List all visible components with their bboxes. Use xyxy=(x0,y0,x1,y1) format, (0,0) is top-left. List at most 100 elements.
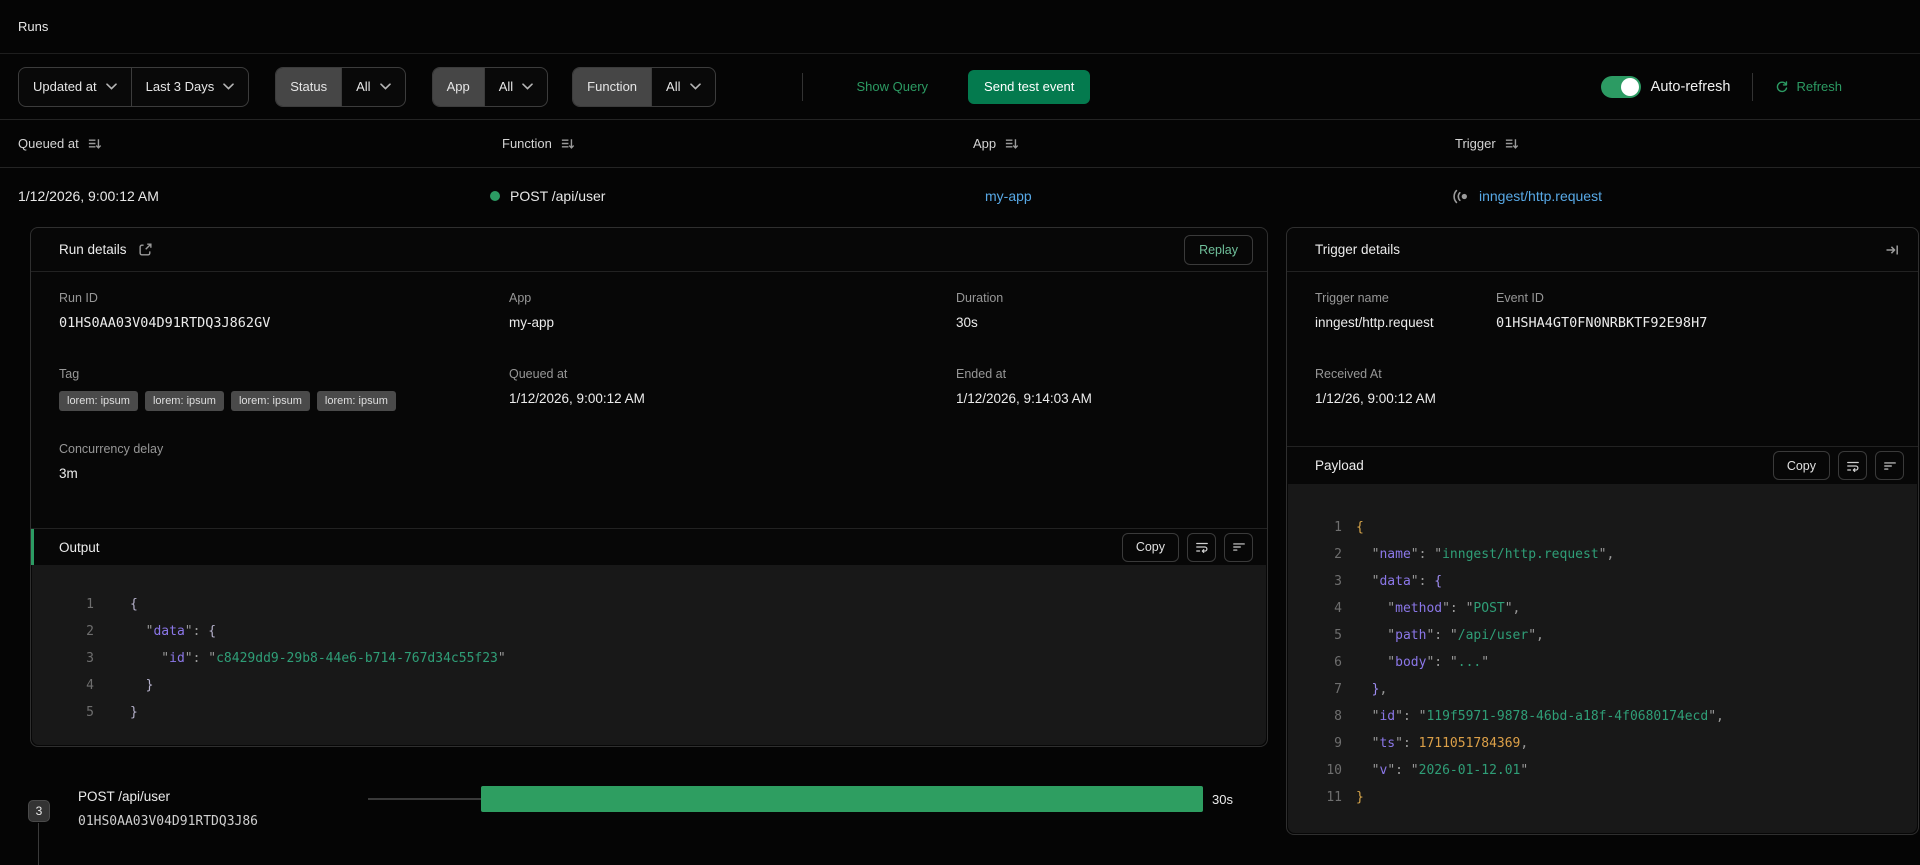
step-count-badge[interactable]: 3 xyxy=(28,800,50,822)
output-code: 1{2 "data": {3 "id": "c8429dd9-29b8-44e6… xyxy=(32,565,1266,745)
run-details-title: Run details xyxy=(59,242,127,257)
trigger-details-header: Trigger details xyxy=(1287,228,1918,272)
event-id-field: Event ID 01HSHA4GT0FN0NRBKTF92E98H7 xyxy=(1496,291,1708,331)
run-row[interactable]: 1/12/2026, 9:00:12 AM POST /api/user my-… xyxy=(0,168,1920,224)
payload-title: Payload xyxy=(1315,458,1364,473)
code-line: 7 }, xyxy=(1334,682,1388,697)
code-line: 3 "data": { xyxy=(1334,574,1443,589)
sort-field-select[interactable]: Updated at xyxy=(19,68,131,106)
run-row-queued-at: 1/12/2026, 9:00:12 AM xyxy=(18,188,159,204)
received-at-field: Received At 1/12/26, 9:00:12 AM xyxy=(1315,367,1436,406)
tag-chip: lorem: ipsum xyxy=(230,391,310,411)
run-status-dot xyxy=(490,191,500,201)
divider xyxy=(1752,72,1754,101)
copy-button[interactable]: Copy xyxy=(1772,451,1830,480)
run-id-field: Run ID 01HS0AA03V04D91RTDQ3J862GV xyxy=(59,291,271,331)
tree-connector xyxy=(38,823,39,865)
wrap-text-icon xyxy=(1195,542,1208,554)
duration-field: Duration 30s xyxy=(956,291,1004,330)
sort-descending-icon xyxy=(88,139,101,149)
payload-actions: Copy xyxy=(1772,451,1904,480)
run-id-value: 01HS0AA03V04D91RTDQ3J862GV xyxy=(59,315,271,331)
page-title: Runs xyxy=(18,19,49,34)
runs-page: Runs Updated at Last 3 Days Status All A… xyxy=(0,0,1920,865)
output-actions: Copy xyxy=(1121,532,1253,562)
collapse-lines-button[interactable] xyxy=(1875,451,1904,480)
function-filter[interactable]: Function All xyxy=(572,66,716,107)
code-line: 4 "method": "POST", xyxy=(1334,601,1521,616)
collapse-lines-button[interactable] xyxy=(1224,532,1253,562)
app-link[interactable]: my-app xyxy=(509,315,554,330)
app-filter-value[interactable]: All xyxy=(483,67,547,106)
code-line: 1{ xyxy=(1334,520,1364,535)
code-line: 10 "v": "2026-01-12.01" xyxy=(1326,763,1529,778)
function-filter-label: Function xyxy=(573,67,652,106)
code-line: 6 "body": "..." xyxy=(1334,655,1490,670)
timeline-duration-bar[interactable] xyxy=(481,786,1203,812)
run-row-trigger-link[interactable]: inngest/http.request xyxy=(1452,168,1602,224)
code-line: 3 "id": "c8429dd9-29b8-44e6-b714-767d34c… xyxy=(86,651,506,666)
copy-button[interactable]: Copy xyxy=(1121,532,1179,562)
column-header-function[interactable]: Function xyxy=(502,120,575,167)
function-filter-value[interactable]: All xyxy=(651,67,714,106)
output-header: Output Copy xyxy=(31,529,1267,565)
timeline-run-id: 01HS0AA03V04D91RTDQ3J86 xyxy=(78,814,259,829)
timeline-function-name: POST /api/user xyxy=(78,789,171,804)
runs-table-header: Queued at Function App Trigger xyxy=(0,120,1920,168)
payload-header: Payload Copy xyxy=(1287,447,1918,484)
chevron-down-icon xyxy=(105,83,117,90)
time-range-select[interactable]: Last 3 Days xyxy=(130,67,249,106)
send-test-event-button[interactable]: Send test event xyxy=(968,69,1091,104)
top-bar: Runs xyxy=(0,0,1920,54)
sort-descending-icon xyxy=(561,139,575,149)
trigger-name-field: Trigger name inngest/http.request xyxy=(1315,291,1434,330)
collapse-panel-icon[interactable] xyxy=(1884,242,1900,258)
auto-refresh-label: Auto-refresh xyxy=(1650,78,1731,95)
payload-code: 1{2 "name": "inngest/http.request", 3 "da… xyxy=(1288,484,1917,833)
code-line: 11} xyxy=(1326,790,1364,805)
chevron-down-icon xyxy=(223,83,235,90)
ended-at-field: Ended at 1/12/2026, 9:14:03 AM xyxy=(956,367,1092,406)
column-header-queued-at[interactable]: Queued at xyxy=(18,120,102,167)
queued-at-field: Queued at 1/12/2026, 9:00:12 AM xyxy=(509,367,645,406)
code-line: 9 "ts": 1711051784369, xyxy=(1334,736,1529,751)
tag-field: Tag lorem: ipsum lorem: ipsum lorem: ipsum… xyxy=(59,367,396,411)
payload-section: Payload Copy 1{2 "name": "inngest/http.r… xyxy=(1287,446,1918,834)
trigger-details-title: Trigger details xyxy=(1315,242,1401,257)
timeline-duration-label: 30s xyxy=(1212,792,1233,807)
status-filter[interactable]: Status All xyxy=(275,66,406,107)
code-line: 4 } xyxy=(86,678,154,693)
tag-chip: lorem: ipsum xyxy=(316,391,396,411)
external-link-icon[interactable] xyxy=(138,242,153,257)
replay-button[interactable]: Replay xyxy=(1184,234,1253,265)
tag-chip: lorem: ipsum xyxy=(144,391,224,411)
divider xyxy=(801,72,803,101)
tag-list: lorem: ipsum lorem: ipsum lorem: ipsum lore… xyxy=(59,391,396,411)
wrap-text-button[interactable] xyxy=(1838,451,1867,480)
run-row-function[interactable]: POST /api/user xyxy=(490,168,605,224)
trigger-details-panel: Trigger details Trigger name inngest/htt… xyxy=(1286,227,1919,835)
run-row-app-link[interactable]: my-app xyxy=(985,168,1032,224)
status-filter-value[interactable]: All xyxy=(341,67,404,106)
auto-refresh-toggle[interactable] xyxy=(1600,75,1641,98)
refresh-cluster: Auto-refresh Refresh xyxy=(1600,72,1842,101)
status-filter-label: Status xyxy=(276,67,342,106)
concurrency-delay-field: Concurrency delay 3m xyxy=(59,442,164,481)
column-header-trigger[interactable]: Trigger xyxy=(1455,120,1519,167)
toggle-knob xyxy=(1620,77,1639,96)
refresh-button[interactable]: Refresh xyxy=(1775,79,1842,94)
app-filter[interactable]: App All xyxy=(431,66,549,107)
code-line: 5} xyxy=(86,705,138,720)
code-line: 5 "path": "/api/user", xyxy=(1334,628,1544,643)
code-line: 8 "id": "119f5971-9878-46bd-a18f-4f06801… xyxy=(1334,709,1724,724)
sort-descending-icon xyxy=(1006,139,1019,149)
show-query-link[interactable]: Show Query xyxy=(857,79,929,94)
event-id-value: 01HSHA4GT0FN0NRBKTF92E98H7 xyxy=(1496,315,1708,331)
wrap-text-button[interactable] xyxy=(1187,532,1216,562)
align-lines-icon xyxy=(1883,461,1896,470)
run-details-panel: Run details Replay Run ID 01HS0AA03V04D9… xyxy=(30,227,1268,747)
align-lines-icon xyxy=(1232,543,1245,551)
refresh-icon xyxy=(1777,80,1788,92)
time-filter[interactable]: Updated at Last 3 Days xyxy=(18,66,250,107)
column-header-app[interactable]: App xyxy=(973,120,1019,167)
